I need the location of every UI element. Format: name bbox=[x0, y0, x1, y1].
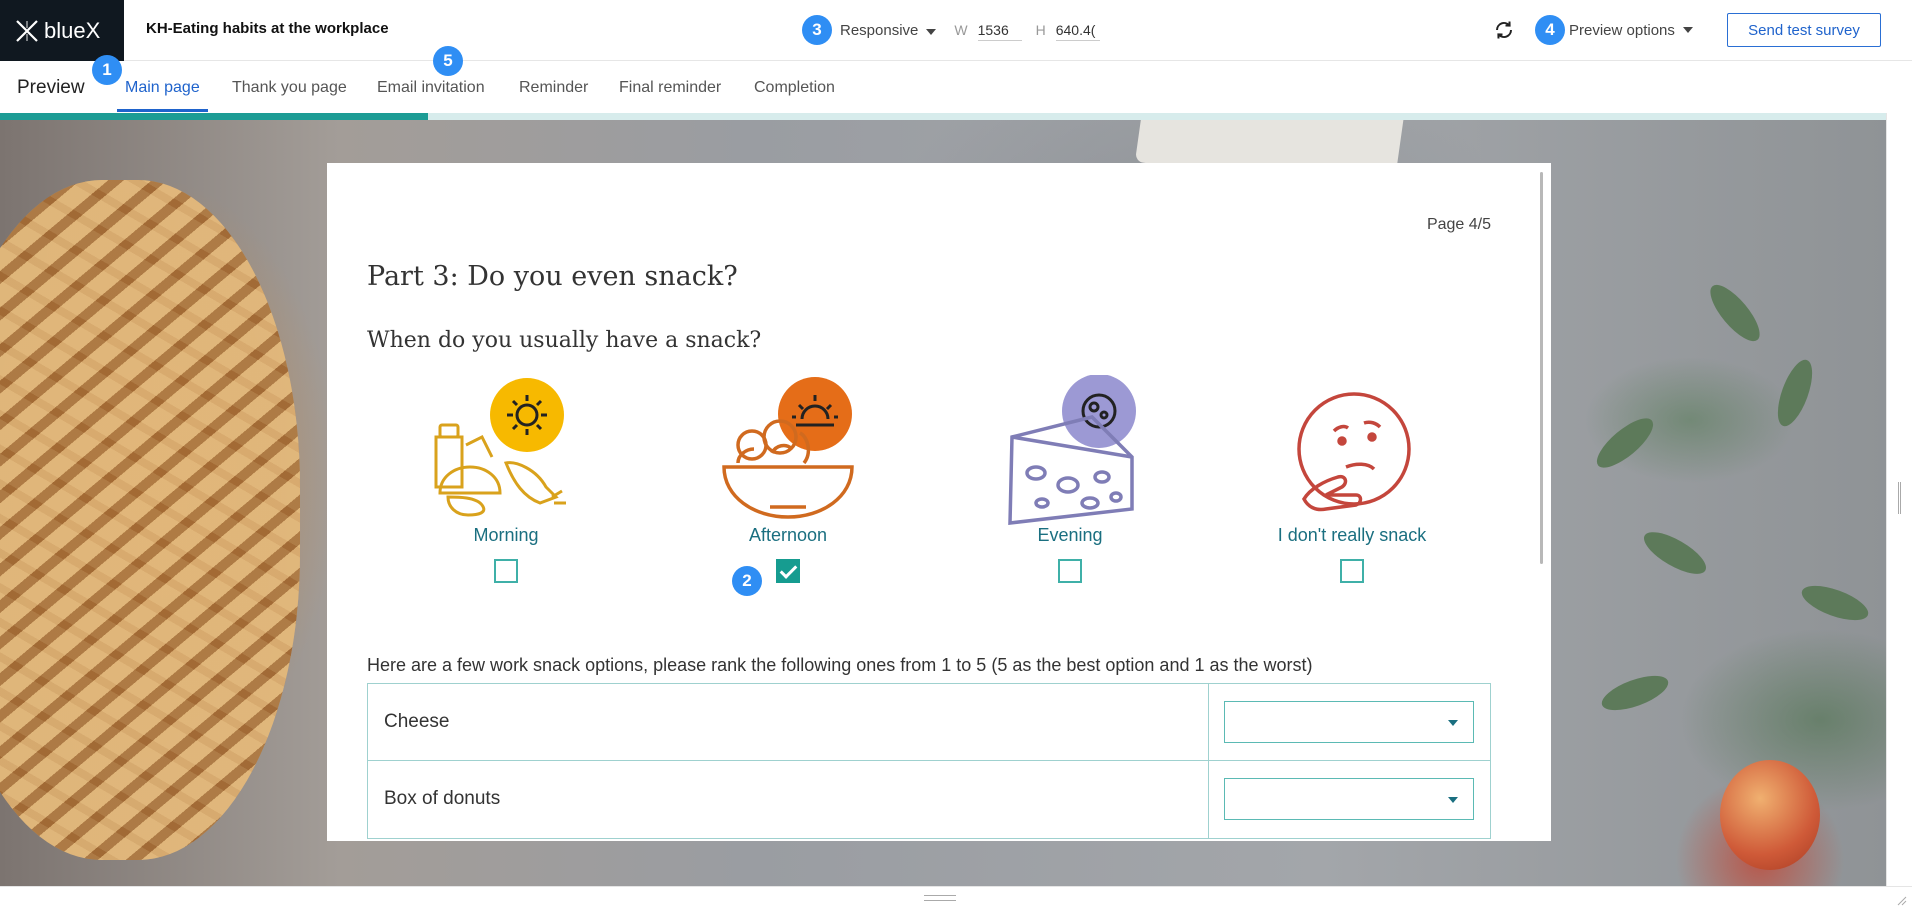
option-no-snack[interactable]: I don't really snack bbox=[1252, 375, 1452, 583]
resize-handle-horizontal[interactable] bbox=[924, 895, 956, 901]
option-label: Evening bbox=[1037, 525, 1103, 545]
section-title: Part 3: Do you even snack? bbox=[367, 261, 738, 292]
tab-reminder[interactable]: Reminder bbox=[519, 79, 588, 97]
height-label: H bbox=[1035, 22, 1046, 38]
leaf-decoration bbox=[1770, 355, 1820, 431]
ranking-table: Cheese Box of donuts bbox=[367, 683, 1491, 839]
preview-options-label: Preview options bbox=[1569, 21, 1675, 39]
top-bar: blueX KH-Eating habits at the workplace … bbox=[0, 0, 1912, 61]
survey-title: KH-Eating habits at the workplace bbox=[146, 20, 389, 37]
option-checkbox-morning[interactable] bbox=[494, 559, 518, 583]
leaf-decoration bbox=[1589, 410, 1661, 476]
width-label: W bbox=[954, 22, 968, 38]
rank-item-label: Box of donuts bbox=[384, 788, 501, 809]
tab-thank-you-page[interactable]: Thank you page bbox=[232, 79, 347, 97]
groceries-sun-icon bbox=[434, 378, 566, 517]
question-title: When do you usually have a snack? bbox=[367, 328, 762, 353]
tab-email-invitation[interactable]: Email invitation bbox=[377, 79, 485, 97]
chevron-down-icon bbox=[1448, 797, 1458, 803]
option-evening[interactable]: Evening bbox=[970, 374, 1170, 583]
option-label: I don't really snack bbox=[1277, 525, 1427, 545]
option-checkbox-afternoon[interactable] bbox=[776, 559, 800, 583]
chevron-down-icon bbox=[1682, 27, 1693, 33]
page-counter: Page 4/5 bbox=[1426, 216, 1491, 233]
annotation-badge-2: 2 bbox=[732, 566, 762, 596]
refresh-icon bbox=[1495, 21, 1513, 39]
rank-item-label: Cheese bbox=[384, 711, 450, 732]
survey-progress-bar bbox=[0, 113, 428, 120]
option-label: Morning bbox=[473, 525, 539, 545]
logo-text: blueX bbox=[44, 17, 101, 43]
resize-handle-vertical[interactable] bbox=[1898, 482, 1901, 514]
app-logo[interactable]: blueX bbox=[0, 0, 124, 61]
preview-bottom-edge bbox=[0, 886, 1912, 909]
option-checkbox-evening[interactable] bbox=[1058, 559, 1082, 583]
annotation-badge-4: 4 bbox=[1535, 15, 1565, 45]
option-morning[interactable]: Morning bbox=[406, 375, 606, 583]
resize-corner-icon[interactable] bbox=[1893, 892, 1907, 906]
preview-tabs-bar: Preview Main page Thank you page Email i… bbox=[0, 46, 1912, 113]
card-scrollbar[interactable] bbox=[1540, 172, 1543, 564]
chevron-down-icon bbox=[926, 28, 937, 35]
rank-select-donuts[interactable] bbox=[1224, 778, 1474, 820]
active-tab-indicator bbox=[117, 109, 208, 112]
pie-lattice-decoration bbox=[0, 180, 300, 860]
device-mode-label: Responsive bbox=[840, 21, 919, 39]
thinking-face-icon bbox=[1297, 392, 1411, 512]
tab-completion[interactable]: Completion bbox=[754, 79, 835, 97]
bluex-logo-icon bbox=[16, 19, 38, 42]
refresh-button[interactable] bbox=[1490, 16, 1518, 44]
annotation-badge-5: 5 bbox=[433, 46, 463, 76]
preview-options-dropdown[interactable]: 4 Preview options bbox=[1535, 14, 1693, 46]
option-afternoon[interactable]: Afternoon bbox=[688, 375, 888, 583]
annotation-badge-1: 1 bbox=[92, 55, 122, 85]
preview-heading: Preview bbox=[17, 77, 85, 98]
option-checkbox-no-snack[interactable] bbox=[1340, 559, 1364, 583]
column-divider bbox=[1208, 684, 1209, 760]
tab-final-reminder[interactable]: Final reminder bbox=[619, 79, 721, 97]
fruit-bowl-sunset-icon bbox=[722, 377, 854, 519]
device-mode-dropdown[interactable]: Responsive bbox=[840, 21, 937, 39]
tab-main-page[interactable]: Main page bbox=[125, 79, 200, 97]
cheese-moon-icon bbox=[1008, 374, 1136, 525]
width-input[interactable]: 1536 bbox=[977, 20, 1022, 41]
option-label: Afternoon bbox=[748, 525, 828, 545]
leaf-decoration bbox=[1597, 668, 1673, 718]
ranking-question: Here are a few work snack options, pleas… bbox=[367, 655, 1313, 675]
table-row: Cheese bbox=[368, 684, 1490, 761]
leaf-decoration bbox=[1797, 578, 1873, 628]
leaf-decoration bbox=[1702, 277, 1768, 349]
chevron-down-icon bbox=[1448, 720, 1458, 726]
device-toolbar: 3 Responsive W 1536 H 640.4( bbox=[802, 14, 1100, 46]
column-divider bbox=[1208, 761, 1209, 838]
height-input[interactable]: 640.4( bbox=[1055, 20, 1100, 41]
annotation-badge-3: 3 bbox=[802, 15, 832, 45]
rank-select-cheese[interactable] bbox=[1224, 701, 1474, 743]
survey-page-card: Page 4/5 Part 3: Do you even snack? When… bbox=[327, 163, 1551, 841]
table-row: Box of donuts bbox=[368, 761, 1490, 838]
leaf-decoration bbox=[1638, 524, 1712, 582]
apple-decoration bbox=[1720, 760, 1820, 870]
send-test-survey-button[interactable]: Send test survey bbox=[1727, 13, 1881, 47]
